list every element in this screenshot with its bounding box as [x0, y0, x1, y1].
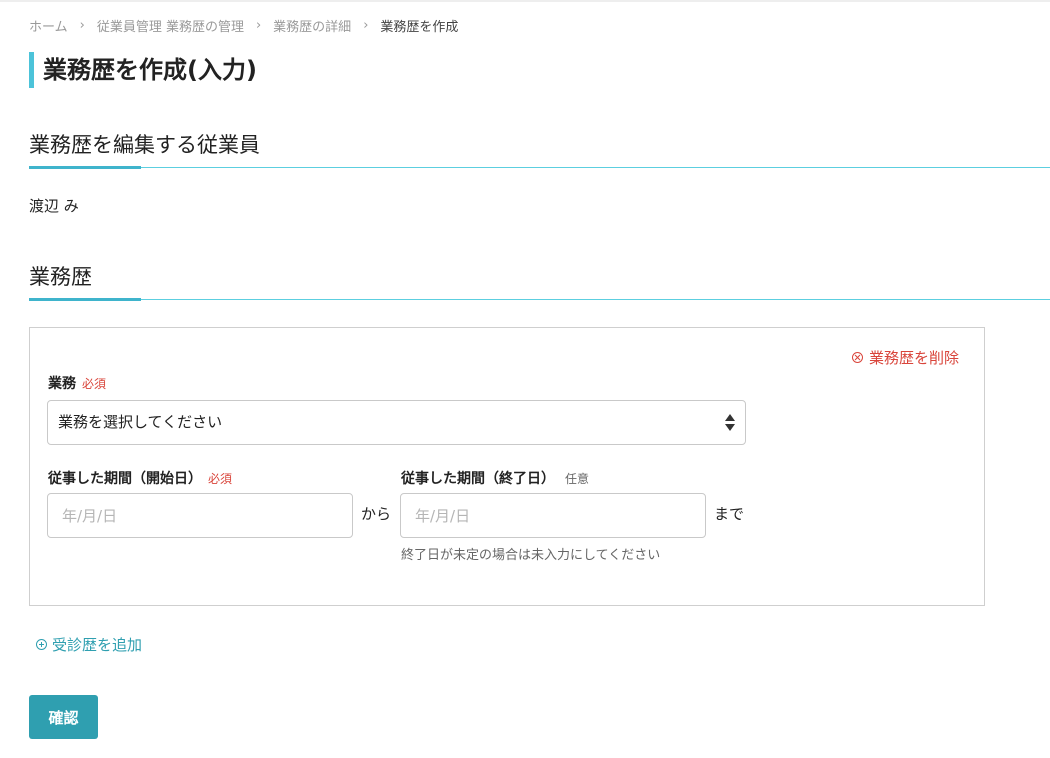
page-title: 業務歴を作成(入力)	[29, 52, 257, 88]
breadcrumb: ホーム › 従業員管理 業務歴の管理 › 業務歴の詳細 › 業務歴を作成	[29, 16, 458, 35]
section-heading-employee-text: 業務歴を編集する従業員	[29, 133, 260, 157]
end-date-hint: 終了日が未定の場合は未入力にしてください	[401, 548, 661, 563]
breadcrumb-current: 業務歴を作成	[380, 20, 459, 35]
breadcrumb-history-detail[interactable]: 業務歴の詳細	[273, 16, 351, 35]
employee-name: 渡辺 み	[29, 197, 79, 215]
add-history-link[interactable]: 受診歴を追加	[36, 634, 142, 655]
breadcrumb-separator-icon: ›	[79, 18, 85, 33]
breadcrumb-separator-icon: ›	[363, 18, 369, 33]
delete-history-link[interactable]: 業務歴を削除	[851, 347, 959, 368]
job-select-value: 業務を選択してください	[58, 413, 223, 431]
start-date-label: 従事した期間（開始日） 必須	[48, 468, 232, 488]
plus-circle-icon	[36, 639, 47, 650]
optional-badge: 任意	[565, 472, 590, 486]
until-text: まで	[714, 505, 745, 523]
from-text: から	[361, 505, 392, 523]
end-date-input[interactable]	[400, 493, 706, 538]
job-select[interactable]: 業務を選択してください	[47, 400, 746, 445]
section-divider-accent	[29, 298, 141, 301]
section-heading-employee: 業務歴を編集する従業員	[29, 130, 1050, 169]
section-heading-history: 業務歴	[29, 262, 1050, 301]
job-field-label-text: 業務	[48, 376, 76, 392]
section-divider	[29, 299, 1050, 300]
select-arrows-icon	[725, 413, 735, 433]
breadcrumb-separator-icon: ›	[255, 18, 262, 33]
confirm-button[interactable]: 確認	[29, 695, 98, 739]
add-history-label: 受診歴を追加	[52, 636, 143, 654]
section-heading-history-text: 業務歴	[29, 265, 92, 289]
close-circle-icon	[851, 352, 863, 363]
section-divider-accent	[29, 166, 141, 169]
required-badge: 必須	[82, 377, 107, 391]
delete-history-label: 業務歴を削除	[868, 349, 959, 367]
history-entry-card: 業務歴を削除 業務 必須 業務を選択してください 従事した期間（開始日） 必須 …	[29, 327, 985, 606]
start-date-label-text: 従事した期間（開始日）	[48, 471, 202, 487]
breadcrumb-employee-management[interactable]: 従業員管理 業務歴の管理	[97, 16, 244, 35]
end-date-label-text: 従事した期間（終了日）	[401, 471, 555, 487]
end-date-label: 従事した期間（終了日） 任意	[401, 468, 589, 488]
section-divider	[29, 167, 1050, 168]
job-field-label: 業務 必須	[48, 373, 106, 393]
required-badge: 必須	[208, 472, 233, 486]
breadcrumb-home[interactable]: ホーム	[29, 16, 68, 35]
top-border	[0, 0, 1050, 2]
start-date-input[interactable]	[47, 493, 353, 538]
